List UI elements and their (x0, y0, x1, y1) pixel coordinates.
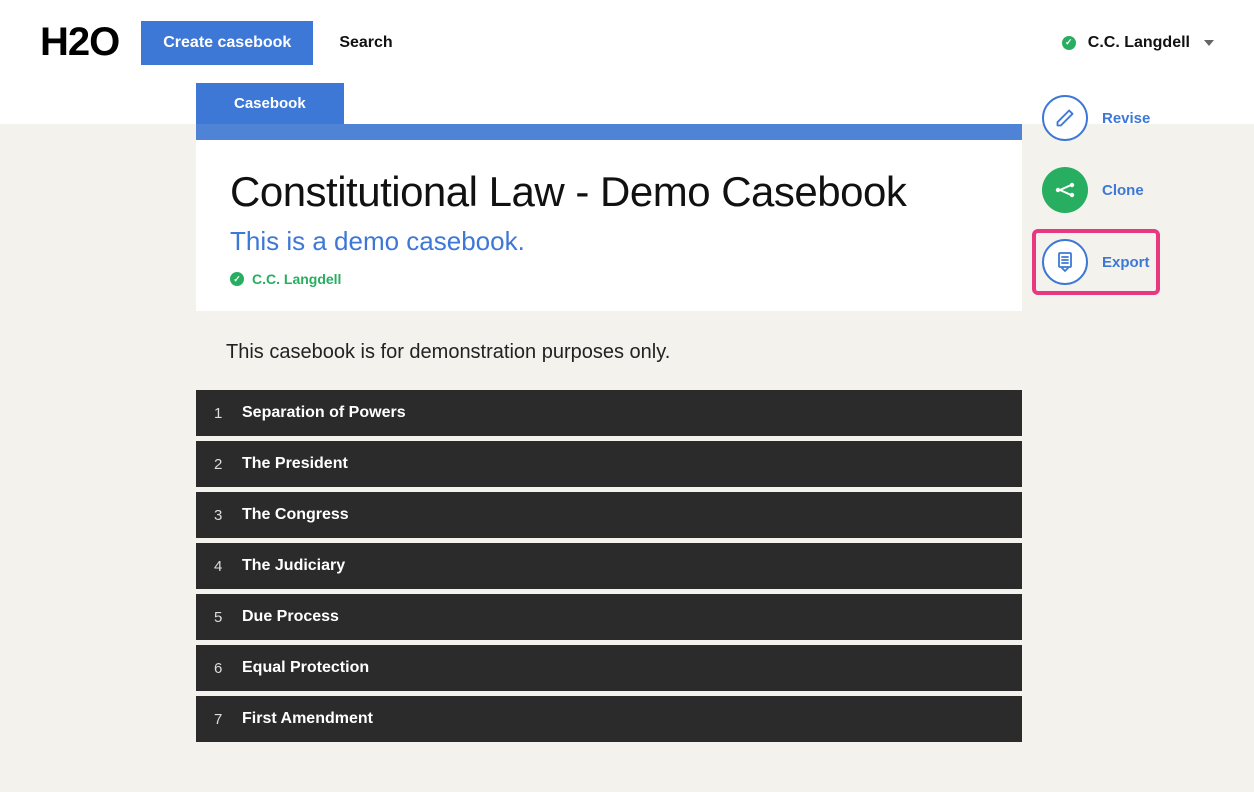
chapter-row[interactable]: 1 Separation of Powers (196, 390, 1022, 436)
title-bar-accent (196, 124, 1022, 140)
verified-icon (230, 272, 244, 286)
clone-label: Clone (1102, 182, 1144, 199)
pencil-icon (1042, 95, 1088, 141)
clone-icon (1042, 167, 1088, 213)
logo[interactable]: H2O (40, 20, 119, 65)
chapter-title: Equal Protection (242, 659, 369, 677)
action-rail: Revise Clone (1036, 89, 1156, 291)
content-area: Revise Clone (0, 124, 1254, 792)
revise-label: Revise (1102, 110, 1150, 127)
verified-icon (1062, 36, 1076, 50)
header-user-area: C.C. Langdell (1062, 34, 1214, 52)
chapter-row[interactable]: 6 Equal Protection (196, 645, 1022, 691)
export-label: Export (1102, 254, 1150, 271)
revise-button[interactable]: Revise (1036, 89, 1156, 147)
user-menu[interactable]: C.C. Langdell (1088, 34, 1190, 52)
casebook-description: This casebook is for demonstration purpo… (196, 311, 1022, 390)
export-icon (1042, 239, 1088, 285)
chapter-title: First Amendment (242, 710, 373, 728)
chapter-number: 4 (214, 558, 232, 575)
top-header: H2O Create casebook Search C.C. Langdell (0, 0, 1254, 83)
chapter-row[interactable]: 5 Due Process (196, 594, 1022, 640)
create-casebook-button[interactable]: Create casebook (141, 21, 313, 65)
chapter-row[interactable]: 2 The President (196, 441, 1022, 487)
chapter-number: 7 (214, 711, 232, 728)
chapter-number: 6 (214, 660, 232, 677)
chapter-number: 3 (214, 507, 232, 524)
chapter-number: 2 (214, 456, 232, 473)
chapter-row[interactable]: 3 The Congress (196, 492, 1022, 538)
chapter-number: 1 (214, 405, 232, 422)
export-button[interactable]: Export (1032, 229, 1160, 295)
clone-button[interactable]: Clone (1036, 161, 1156, 219)
casebook-header-card: Constitutional Law - Demo Casebook This … (196, 140, 1022, 311)
chapter-title: Separation of Powers (242, 404, 406, 422)
chapter-title: The Congress (242, 506, 349, 524)
author-link[interactable]: C.C. Langdell (252, 271, 341, 287)
chapter-number: 5 (214, 609, 232, 626)
chapter-title: Due Process (242, 608, 339, 626)
author-row: C.C. Langdell (230, 271, 988, 287)
casebook-title: Constitutional Law - Demo Casebook (230, 168, 988, 216)
chevron-down-icon (1204, 40, 1214, 46)
chapter-list: 1 Separation of Powers 2 The President 3… (196, 390, 1022, 742)
chapter-row[interactable]: 4 The Judiciary (196, 543, 1022, 589)
chapter-row[interactable]: 7 First Amendment (196, 696, 1022, 742)
tab-casebook[interactable]: Casebook (196, 83, 344, 124)
casebook-subtitle: This is a demo casebook. (230, 226, 988, 257)
chapter-title: The Judiciary (242, 557, 345, 575)
search-link[interactable]: Search (339, 34, 392, 52)
chapter-title: The President (242, 455, 348, 473)
main-column: Constitutional Law - Demo Casebook This … (196, 124, 1022, 742)
